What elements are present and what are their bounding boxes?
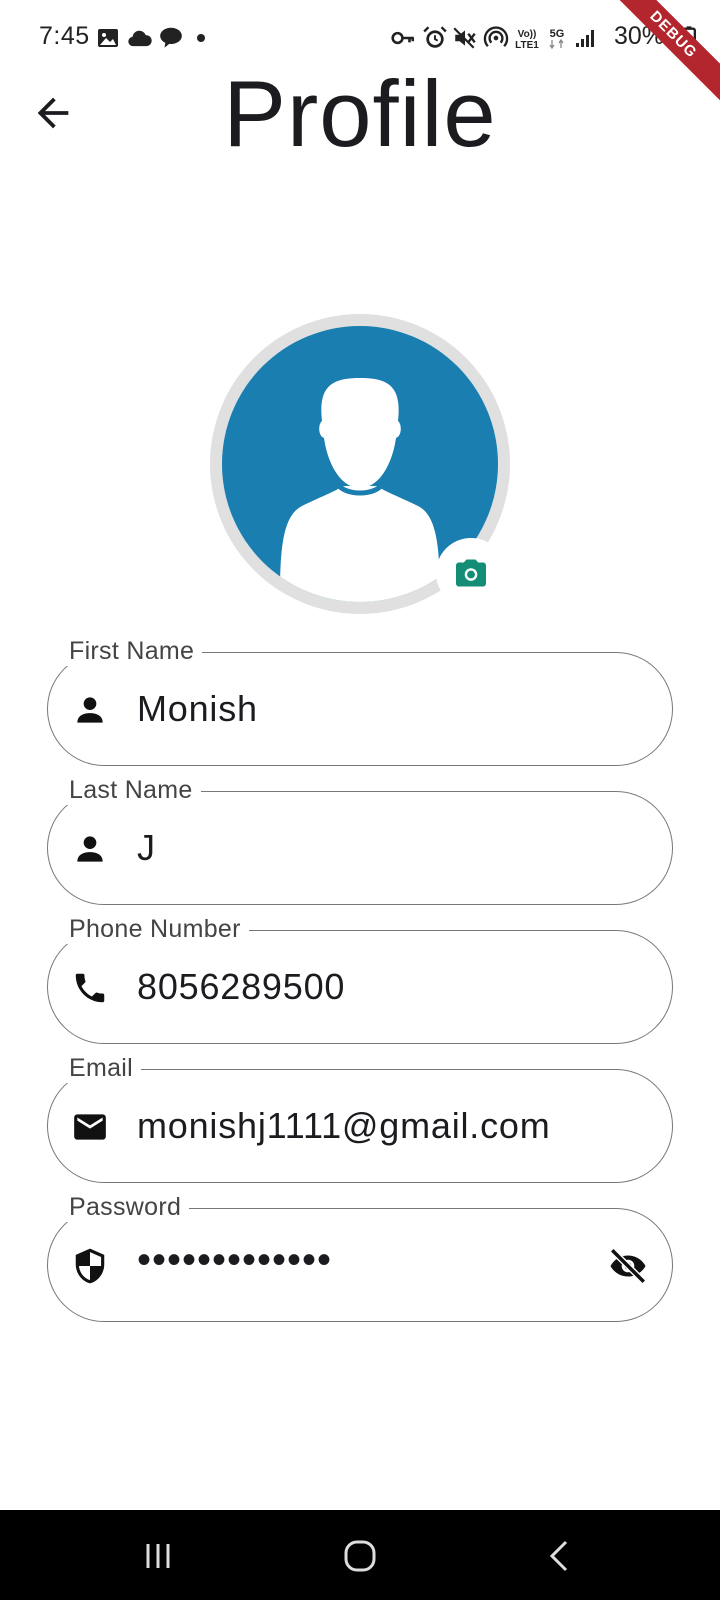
image-icon <box>98 29 118 47</box>
svg-text:5G: 5G <box>550 28 565 40</box>
mail-icon <box>74 1114 106 1140</box>
phone-icon <box>75 973 105 1003</box>
status-time: 7:45 <box>39 22 90 50</box>
person-icon <box>77 697 103 723</box>
shield-icon <box>75 1248 105 1284</box>
email-label: Email <box>63 1053 142 1083</box>
person-icon <box>77 836 103 862</box>
visibility-off-icon[interactable] <box>607 1245 649 1287</box>
svg-text:LTE1: LTE1 <box>515 40 539 51</box>
camera-button[interactable] <box>436 538 506 608</box>
phone-input[interactable]: 8056289500 <box>137 966 345 1008</box>
svg-text:Vo)): Vo)) <box>518 29 537 40</box>
email-field[interactable]: Email monishj1111@gmail.com <box>47 1053 673 1183</box>
home-icon[interactable] <box>338 1534 382 1578</box>
camera-icon <box>456 559 486 587</box>
dot-icon <box>197 34 205 42</box>
mute-icon <box>453 27 476 49</box>
back-icon[interactable] <box>538 1534 582 1578</box>
first-name-field[interactable]: First Name Monish <box>47 636 673 766</box>
vpn-key-icon <box>391 31 415 45</box>
password-label: Password <box>63 1192 190 1222</box>
page-title: Profile <box>223 61 497 166</box>
password-field[interactable]: Password ••••••••••••• <box>47 1192 673 1322</box>
first-name-label: First Name <box>63 636 203 666</box>
last-name-label: Last Name <box>63 775 201 805</box>
last-name-field[interactable]: Last Name J <box>47 775 673 905</box>
first-name-input[interactable]: Monish <box>137 688 258 730</box>
phone-field[interactable]: Phone Number 8056289500 <box>47 914 673 1044</box>
phone-label: Phone Number <box>63 914 249 944</box>
recents-icon[interactable] <box>136 1534 180 1578</box>
5g-icon: 5G <box>549 28 565 50</box>
last-name-input[interactable]: J <box>137 827 156 869</box>
alarm-icon <box>423 26 447 48</box>
cloud-icon <box>128 30 152 47</box>
email-input[interactable]: monishj1111@gmail.com <box>137 1105 551 1147</box>
signal-icon <box>576 30 594 47</box>
hotspot-icon <box>483 26 509 47</box>
navigation-bar <box>0 1510 720 1600</box>
volte-icon: Vo)) LTE1 <box>515 29 539 51</box>
chat-icon <box>160 27 182 48</box>
password-input[interactable]: ••••••••••••• <box>137 1238 332 1283</box>
